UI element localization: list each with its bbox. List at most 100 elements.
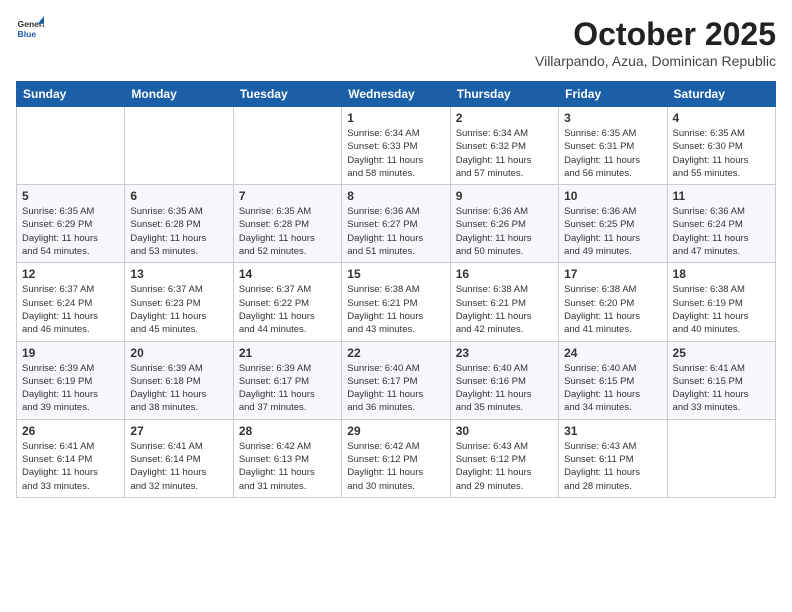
- calendar-cell: [233, 107, 341, 185]
- day-number: 30: [456, 424, 553, 438]
- calendar-cell: 24 Sunrise: 6:40 AM Sunset: 6:15 PM Dayli…: [559, 341, 667, 419]
- day-info: Sunrise: 6:36 AM Sunset: 6:26 PM Dayligh…: [456, 205, 553, 258]
- day-info: Sunrise: 6:42 AM Sunset: 6:13 PM Dayligh…: [239, 440, 336, 493]
- day-info: Sunrise: 6:34 AM Sunset: 6:33 PM Dayligh…: [347, 127, 444, 180]
- location-subtitle: Villarpando, Azua, Dominican Republic: [535, 53, 776, 69]
- day-number: 14: [239, 267, 336, 281]
- day-info: Sunrise: 6:40 AM Sunset: 6:15 PM Dayligh…: [564, 362, 661, 415]
- day-info: Sunrise: 6:39 AM Sunset: 6:19 PM Dayligh…: [22, 362, 119, 415]
- day-number: 2: [456, 111, 553, 125]
- day-number: 7: [239, 189, 336, 203]
- calendar-cell: [17, 107, 125, 185]
- month-title: October 2025: [535, 16, 776, 53]
- calendar-cell: 28 Sunrise: 6:42 AM Sunset: 6:13 PM Dayli…: [233, 419, 341, 497]
- calendar-cell: 8 Sunrise: 6:36 AM Sunset: 6:27 PM Daylig…: [342, 185, 450, 263]
- calendar-cell: 2 Sunrise: 6:34 AM Sunset: 6:32 PM Daylig…: [450, 107, 558, 185]
- day-info: Sunrise: 6:39 AM Sunset: 6:18 PM Dayligh…: [130, 362, 227, 415]
- day-number: 18: [673, 267, 770, 281]
- day-info: Sunrise: 6:34 AM Sunset: 6:32 PM Dayligh…: [456, 127, 553, 180]
- calendar-cell: 25Sunrise: 6:41 AM Sunset: 6:15 PM Dayli…: [667, 341, 775, 419]
- calendar-cell: 29 Sunrise: 6:42 AM Sunset: 6:12 PM Dayli…: [342, 419, 450, 497]
- day-number: 16: [456, 267, 553, 281]
- day-info: Sunrise: 6:40 AM Sunset: 6:16 PM Dayligh…: [456, 362, 553, 415]
- page-header: General Blue October 2025 Villarpando, A…: [16, 16, 776, 69]
- calendar-cell: 3Sunrise: 6:35 AM Sunset: 6:31 PM Daylig…: [559, 107, 667, 185]
- day-info: Sunrise: 6:35 AM Sunset: 6:29 PM Dayligh…: [22, 205, 119, 258]
- day-number: 20: [130, 346, 227, 360]
- calendar-cell: 21 Sunrise: 6:39 AM Sunset: 6:17 PM Dayli…: [233, 341, 341, 419]
- day-info: Sunrise: 6:38 AM Sunset: 6:19 PM Dayligh…: [673, 283, 770, 336]
- svg-text:Blue: Blue: [18, 29, 37, 39]
- day-info: Sunrise: 6:41 AM Sunset: 6:14 PM Dayligh…: [130, 440, 227, 493]
- day-number: 24: [564, 346, 661, 360]
- calendar-cell: 30 Sunrise: 6:43 AM Sunset: 6:12 PM Dayli…: [450, 419, 558, 497]
- day-number: 6: [130, 189, 227, 203]
- day-info: Sunrise: 6:35 AM Sunset: 6:28 PM Dayligh…: [239, 205, 336, 258]
- calendar-cell: 9 Sunrise: 6:36 AM Sunset: 6:26 PM Daylig…: [450, 185, 558, 263]
- day-number: 31: [564, 424, 661, 438]
- day-number: 19: [22, 346, 119, 360]
- weekday-header-thursday: Thursday: [450, 82, 558, 107]
- day-number: 10: [564, 189, 661, 203]
- day-number: 15: [347, 267, 444, 281]
- calendar-cell: [667, 419, 775, 497]
- day-info: Sunrise: 6:42 AM Sunset: 6:12 PM Dayligh…: [347, 440, 444, 493]
- calendar-cell: 10Sunrise: 6:36 AM Sunset: 6:25 PM Dayli…: [559, 185, 667, 263]
- day-info: Sunrise: 6:36 AM Sunset: 6:27 PM Dayligh…: [347, 205, 444, 258]
- weekday-header-saturday: Saturday: [667, 82, 775, 107]
- day-number: 12: [22, 267, 119, 281]
- calendar-cell: [125, 107, 233, 185]
- calendar-cell: 27 Sunrise: 6:41 AM Sunset: 6:14 PM Dayli…: [125, 419, 233, 497]
- calendar-cell: 12 Sunrise: 6:37 AM Sunset: 6:24 PM Dayli…: [17, 263, 125, 341]
- day-number: 28: [239, 424, 336, 438]
- day-info: Sunrise: 6:37 AM Sunset: 6:22 PM Dayligh…: [239, 283, 336, 336]
- calendar-cell: 31Sunrise: 6:43 AM Sunset: 6:11 PM Dayli…: [559, 419, 667, 497]
- day-info: Sunrise: 6:35 AM Sunset: 6:30 PM Dayligh…: [673, 127, 770, 180]
- day-number: 23: [456, 346, 553, 360]
- calendar-week-row: 19 Sunrise: 6:39 AM Sunset: 6:19 PM Dayli…: [17, 341, 776, 419]
- day-info: Sunrise: 6:37 AM Sunset: 6:23 PM Dayligh…: [130, 283, 227, 336]
- calendar-week-row: 5 Sunrise: 6:35 AM Sunset: 6:29 PM Daylig…: [17, 185, 776, 263]
- day-number: 4: [673, 111, 770, 125]
- calendar-week-row: 12 Sunrise: 6:37 AM Sunset: 6:24 PM Dayli…: [17, 263, 776, 341]
- day-number: 25: [673, 346, 770, 360]
- day-number: 3: [564, 111, 661, 125]
- day-info: Sunrise: 6:41 AM Sunset: 6:14 PM Dayligh…: [22, 440, 119, 493]
- calendar-cell: 7 Sunrise: 6:35 AM Sunset: 6:28 PM Daylig…: [233, 185, 341, 263]
- calendar-cell: 5 Sunrise: 6:35 AM Sunset: 6:29 PM Daylig…: [17, 185, 125, 263]
- calendar-cell: 17Sunrise: 6:38 AM Sunset: 6:20 PM Dayli…: [559, 263, 667, 341]
- calendar-table: SundayMondayTuesdayWednesdayThursdayFrid…: [16, 81, 776, 498]
- weekday-header-monday: Monday: [125, 82, 233, 107]
- day-number: 21: [239, 346, 336, 360]
- day-number: 17: [564, 267, 661, 281]
- calendar-cell: 16 Sunrise: 6:38 AM Sunset: 6:21 PM Dayli…: [450, 263, 558, 341]
- day-info: Sunrise: 6:38 AM Sunset: 6:21 PM Dayligh…: [347, 283, 444, 336]
- weekday-header-wednesday: Wednesday: [342, 82, 450, 107]
- day-number: 8: [347, 189, 444, 203]
- day-info: Sunrise: 6:38 AM Sunset: 6:21 PM Dayligh…: [456, 283, 553, 336]
- calendar-cell: 22Sunrise: 6:40 AM Sunset: 6:17 PM Dayli…: [342, 341, 450, 419]
- day-info: Sunrise: 6:35 AM Sunset: 6:28 PM Dayligh…: [130, 205, 227, 258]
- day-info: Sunrise: 6:37 AM Sunset: 6:24 PM Dayligh…: [22, 283, 119, 336]
- calendar-cell: 19 Sunrise: 6:39 AM Sunset: 6:19 PM Dayli…: [17, 341, 125, 419]
- title-block: October 2025 Villarpando, Azua, Dominica…: [535, 16, 776, 69]
- calendar-cell: 13 Sunrise: 6:37 AM Sunset: 6:23 PM Dayli…: [125, 263, 233, 341]
- calendar-cell: 26Sunrise: 6:41 AM Sunset: 6:14 PM Dayli…: [17, 419, 125, 497]
- day-number: 29: [347, 424, 444, 438]
- calendar-cell: 18 Sunrise: 6:38 AM Sunset: 6:19 PM Dayli…: [667, 263, 775, 341]
- day-info: Sunrise: 6:40 AM Sunset: 6:17 PM Dayligh…: [347, 362, 444, 415]
- day-info: Sunrise: 6:36 AM Sunset: 6:24 PM Dayligh…: [673, 205, 770, 258]
- logo-icon: General Blue: [16, 16, 44, 44]
- day-info: Sunrise: 6:39 AM Sunset: 6:17 PM Dayligh…: [239, 362, 336, 415]
- day-number: 1: [347, 111, 444, 125]
- day-info: Sunrise: 6:43 AM Sunset: 6:12 PM Dayligh…: [456, 440, 553, 493]
- day-number: 27: [130, 424, 227, 438]
- day-number: 5: [22, 189, 119, 203]
- day-number: 13: [130, 267, 227, 281]
- weekday-header-friday: Friday: [559, 82, 667, 107]
- day-number: 9: [456, 189, 553, 203]
- logo: General Blue: [16, 16, 44, 44]
- svg-text:General: General: [18, 19, 44, 29]
- weekday-header-row: SundayMondayTuesdayWednesdayThursdayFrid…: [17, 82, 776, 107]
- weekday-header-tuesday: Tuesday: [233, 82, 341, 107]
